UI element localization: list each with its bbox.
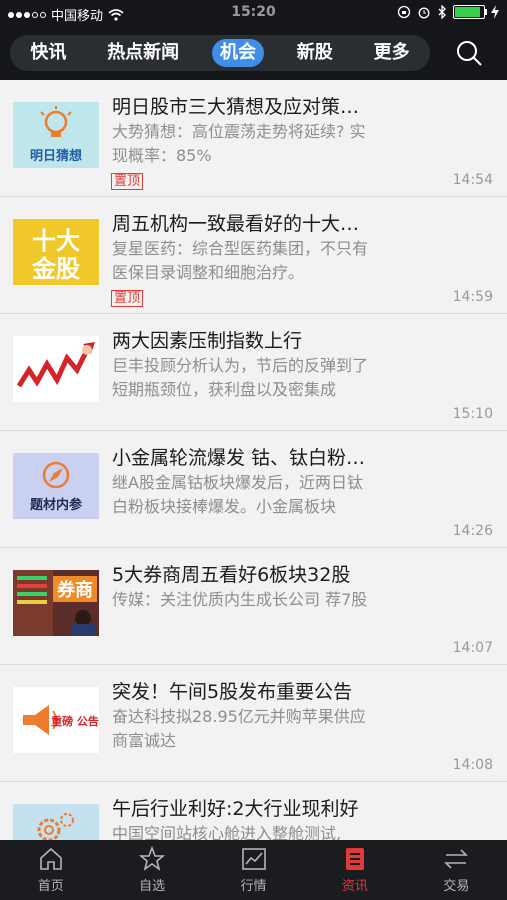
bluetooth-icon bbox=[438, 5, 446, 19]
article-time: 14:07 bbox=[452, 640, 493, 656]
alarm-icon bbox=[418, 7, 430, 19]
article-summary: 继A股金属钴板块爆发后，近两日钛白粉板块接棒爆发。小金属板块 bbox=[112, 473, 363, 516]
bottom-nav-label: 交易 bbox=[443, 879, 470, 894]
article-item[interactable]: 午后行业利好:2大行业现利好 中国空间站核心舱进入整舱测试, bbox=[0, 782, 507, 840]
tab-bar: 快讯 热点新闻 机会 新股 更多 bbox=[10, 35, 430, 71]
article-thumbnail-gold-stocks: 十大 金股 bbox=[13, 219, 99, 285]
article-item[interactable]: 十大 金股 周五机构一致最看好的十大… 复星医药：综合型医药集团，不只有医保目录… bbox=[0, 197, 507, 314]
bottom-nav-trade[interactable]: 交易 bbox=[406, 840, 507, 900]
bottom-nav: 首页 自选 行情 资讯 交易 bbox=[0, 840, 507, 900]
bottom-nav-news[interactable]: 资讯 bbox=[304, 840, 405, 900]
trade-icon bbox=[444, 849, 469, 869]
article-time: 15:10 bbox=[452, 406, 493, 422]
bottom-nav-label: 首页 bbox=[37, 879, 64, 894]
status-bar: 中国移动 15:20 bbox=[0, 0, 507, 26]
article-item[interactable]: 两大因素压制指数上行 巨丰投顾分析认为，节后的反弹到了短期瓶颈位，获利盘以及密集… bbox=[0, 314, 507, 431]
tab-more[interactable]: 更多 bbox=[366, 39, 418, 67]
thumb-caption: 券商 bbox=[56, 579, 93, 601]
status-right bbox=[397, 5, 499, 19]
tab-opportunity[interactable]: 机会 bbox=[211, 39, 264, 67]
article-title: 5大券商周五看好6板块32股 bbox=[112, 564, 351, 586]
bottom-nav-label: 资讯 bbox=[341, 879, 368, 894]
article-time: 14:26 bbox=[452, 523, 493, 539]
article-thumbnail-gears bbox=[13, 804, 99, 840]
article-time: 14:54 bbox=[452, 172, 493, 188]
article-summary: 中国空间站核心舱进入整舱测试, bbox=[112, 824, 342, 840]
article-title: 明日股市三大猜想及应对策… bbox=[112, 96, 360, 118]
battery-icon bbox=[453, 5, 487, 19]
article-list: 明日猜想 明日股市三大猜想及应对策… 大势猜想：高位震荡走势将延续? 实现概率：… bbox=[0, 80, 507, 840]
article-item[interactable]: 重磅 公告 突发！午间5股发布重要公告 奋达科技拟28.95亿元并购苹果供应商富… bbox=[0, 665, 507, 782]
article-title: 突发！午间5股发布重要公告 bbox=[112, 681, 353, 703]
article-thumbnail-compass: 题材内参 bbox=[13, 453, 99, 519]
article-title: 小金属轮流爆发 钴、钛白粉… bbox=[112, 447, 366, 469]
article-summary: 复星医药：综合型医药集团，不只有医保目录调整和细胞治疗。 bbox=[112, 239, 369, 282]
article-thumbnail-lightbulb: 明日猜想 bbox=[13, 102, 99, 168]
bottom-nav-market[interactable]: 行情 bbox=[203, 840, 304, 900]
pinned-badge: 置顶 bbox=[111, 173, 144, 190]
article-time: 14:59 bbox=[452, 289, 493, 305]
chart-icon bbox=[241, 848, 266, 870]
lock-rotation-icon bbox=[397, 5, 411, 19]
article-item[interactable]: 题材内参 小金属轮流爆发 钴、钛白粉… 继A股金属钴板块爆发后，近两日钛白粉板块… bbox=[0, 431, 507, 548]
article-item[interactable]: 明日猜想 明日股市三大猜想及应对策… 大势猜想：高位震荡走势将延续? 实现概率：… bbox=[0, 80, 507, 197]
tab-new-stocks[interactable]: 新股 bbox=[289, 39, 341, 67]
article-thumbnail-arrow-chart bbox=[13, 336, 99, 402]
tab-flash-news[interactable]: 快讯 bbox=[22, 39, 74, 67]
search-icon[interactable] bbox=[455, 39, 483, 67]
article-thumbnail-megaphone: 重磅 公告 bbox=[13, 687, 99, 753]
svg-text:金股: 金股 bbox=[31, 255, 80, 283]
home-icon bbox=[39, 847, 62, 870]
article-summary: 奋达科技拟28.95亿元并购苹果供应商富诚达 bbox=[112, 707, 366, 750]
tab-hot-news[interactable]: 热点新闻 bbox=[99, 39, 187, 67]
article-thumbnail-broker: 券商 bbox=[13, 570, 99, 636]
star-icon bbox=[139, 846, 166, 871]
thumb-caption: 重磅 公告 bbox=[51, 714, 99, 728]
article-summary: 传媒：关注优质内生成长公司 荐7股 bbox=[112, 590, 368, 609]
article-summary: 巨丰投顾分析认为，节后的反弹到了短期瓶颈位，获利盘以及密集成 bbox=[112, 356, 369, 399]
article-item[interactable]: 券商 5大券商周五看好6板块32股 传媒：关注优质内生成长公司 荐7股 14:0… bbox=[0, 548, 507, 665]
article-time: 14:08 bbox=[452, 757, 493, 773]
pinned-badge: 置顶 bbox=[111, 290, 144, 307]
bottom-nav-watchlist[interactable]: 自选 bbox=[101, 840, 202, 900]
bottom-nav-home[interactable]: 首页 bbox=[0, 840, 101, 900]
svg-text:十大: 十大 bbox=[32, 227, 80, 255]
thumb-caption: 明日猜想 bbox=[30, 148, 82, 164]
bottom-nav-label: 自选 bbox=[139, 879, 166, 894]
article-title: 两大因素压制指数上行 bbox=[112, 330, 303, 352]
top-nav: 快讯 热点新闻 机会 新股 更多 bbox=[0, 26, 507, 80]
bottom-nav-label: 行情 bbox=[240, 879, 267, 894]
article-title: 午后行业利好:2大行业现利好 bbox=[112, 798, 359, 820]
article-summary: 大势猜想：高位震荡走势将延续? 实现概率：85% bbox=[112, 122, 366, 165]
news-icon bbox=[345, 848, 364, 870]
article-title: 周五机构一致最看好的十大… bbox=[112, 213, 360, 235]
thumb-caption: 题材内参 bbox=[30, 497, 83, 513]
charging-icon bbox=[491, 5, 499, 19]
